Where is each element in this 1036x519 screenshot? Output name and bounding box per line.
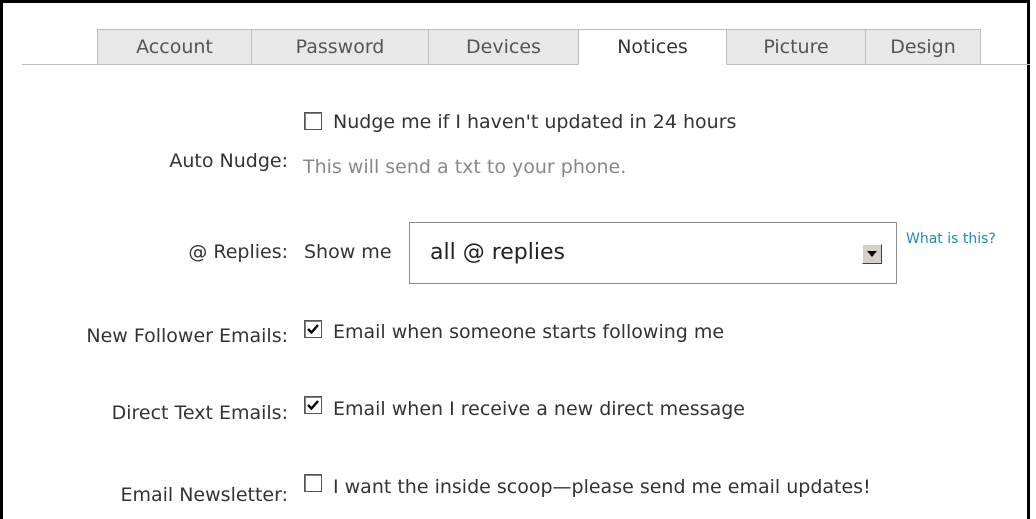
auto-nudge-hint: This will send a txt to your phone.	[303, 156, 627, 178]
chevron-down-icon[interactable]	[862, 244, 882, 264]
new-follower-label: New Follower Emails:	[86, 325, 288, 347]
checkmark-icon	[307, 400, 319, 411]
replies-label: @ Replies:	[188, 241, 288, 263]
settings-tabs: Account Password Devices Notices Picture…	[97, 29, 981, 65]
what-is-this-link[interactable]: What is this?	[906, 231, 996, 247]
replies-select[interactable]: all @ replies	[409, 222, 897, 284]
auto-nudge-label: Auto Nudge:	[169, 150, 288, 172]
tab-account[interactable]: Account	[97, 29, 252, 65]
tab-password[interactable]: Password	[252, 29, 429, 65]
replies-select-value: all @ replies	[430, 240, 565, 265]
direct-text-checkbox-label: Email when I receive a new direct messag…	[333, 398, 745, 420]
newsletter-checkbox-label: I want the inside scoop—please send me e…	[333, 476, 871, 498]
replies-prefix: Show me	[304, 241, 392, 263]
new-follower-checkbox[interactable]	[304, 320, 322, 338]
tab-design[interactable]: Design	[866, 29, 981, 65]
direct-text-label: Direct Text Emails:	[111, 402, 288, 424]
auto-nudge-checkbox-label: Nudge me if I haven't updated in 24 hour…	[333, 111, 737, 133]
auto-nudge-checkbox[interactable]	[304, 112, 322, 130]
direct-text-checkbox[interactable]	[304, 396, 322, 414]
tab-picture[interactable]: Picture	[727, 29, 866, 65]
checkmark-icon	[307, 324, 319, 335]
new-follower-checkbox-label: Email when someone starts following me	[333, 321, 725, 343]
newsletter-checkbox[interactable]	[304, 474, 322, 492]
tab-devices[interactable]: Devices	[429, 29, 579, 65]
newsletter-label: Email Newsletter:	[120, 484, 288, 506]
tab-notices[interactable]: Notices	[579, 29, 727, 65]
